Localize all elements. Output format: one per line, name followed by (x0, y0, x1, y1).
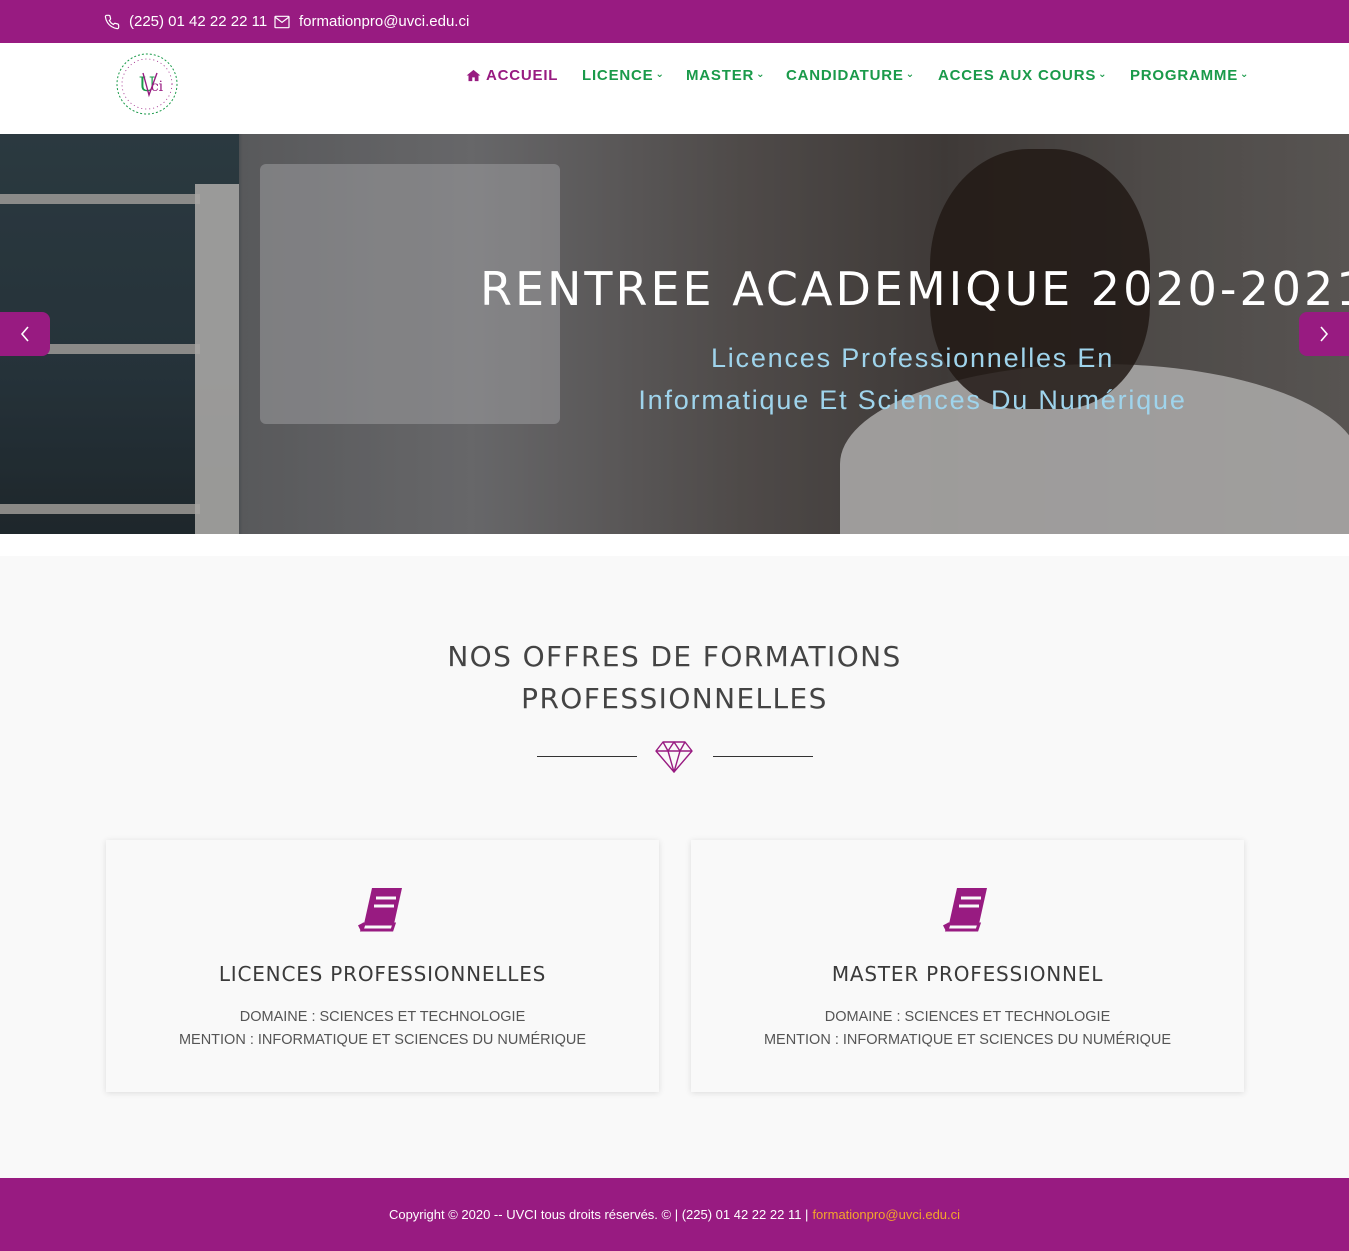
offer-card-title: LICENCES PROFESSIONNELLES (218, 962, 547, 986)
nav-licence[interactable]: LICENCE ⌄ (582, 67, 665, 84)
divider-line-left (537, 756, 637, 757)
nav-acces-aux-cours[interactable]: ACCES AUX COURS ⌄ (938, 67, 1107, 84)
offer-card-licence[interactable]: LICENCES PROFESSIONNELLES DOMAINE : SCIE… (106, 840, 659, 1092)
phone-text: (225) 01 42 22 22 11 (129, 13, 268, 30)
uvci-logo[interactable]: U ci (113, 53, 181, 115)
offer-card-master[interactable]: MASTER PROFESSIONNEL DOMAINE : SCIENCES … (691, 840, 1244, 1092)
chevron-down-icon: ⌄ (655, 69, 665, 80)
offer-card-domain: DOMAINE : SCIENCES ET TECHNOLOGIE (239, 1009, 526, 1025)
chevron-down-icon: ⌄ (905, 69, 915, 80)
nav-programme[interactable]: PROGRAMME ⌄ (1130, 67, 1249, 84)
hero-subtitle: Licences Professionnelles En Informatiqu… (638, 343, 1187, 415)
offer-card-domain: DOMAINE : SCIENCES ET TECHNOLOGIE (824, 1009, 1111, 1025)
offers-title: NOS OFFRES DE FORMATIONS PROFESSIONNELLE… (447, 640, 902, 715)
offer-card-title: MASTER PROFESSIONNEL (831, 962, 1104, 986)
chevron-down-icon: ⌄ (1098, 69, 1108, 80)
book-icon (358, 888, 402, 932)
diamond-icon (655, 741, 693, 773)
hero-slider: RENTREE ACADEMIQUE 2020-2021 Licences Pr… (0, 134, 1349, 534)
contact-email[interactable]: formationpro@uvci.edu.ci (274, 0, 469, 43)
phone-icon (104, 14, 120, 29)
main-navbar: U ci ACCUEIL LICENCE ⌄ MASTER ⌄ CANDIDATUR… (0, 43, 1349, 134)
contact-phone[interactable]: (225) 01 42 22 22 11 (104, 0, 267, 43)
nav-master[interactable]: MASTER ⌄ (686, 67, 765, 84)
svg-text:ci: ci (151, 79, 164, 95)
email-text: formationpro@uvci.edu.ci (299, 13, 470, 30)
footer: Copyright © 2020 -- UVCI tous droits rés… (0, 1178, 1349, 1251)
chevron-down-icon: ⌄ (756, 69, 766, 80)
offer-card-mention: MENTION : INFORMATIQUE ET SCIENCES DU NU… (763, 1032, 1172, 1048)
chevron-down-icon: ⌄ (1240, 69, 1250, 80)
home-icon (466, 69, 481, 82)
footer-copyright: Copyright © 2020 -- UVCI tous droits rés… (388, 1207, 809, 1222)
divider-line-right (713, 756, 813, 757)
offer-card-mention: MENTION : INFORMATIQUE ET SCIENCES DU NU… (178, 1032, 587, 1048)
slider-next-button[interactable] (1299, 312, 1349, 356)
top-contact-bar: (225) 01 42 22 22 11 formationpro@uvci.e… (0, 0, 1349, 43)
chevron-left-icon (20, 326, 29, 342)
nav-accueil[interactable]: ACCUEIL (466, 67, 558, 84)
hero-title: RENTREE ACADEMIQUE 2020-2021 (480, 262, 1349, 316)
envelope-icon (274, 15, 290, 28)
footer-email-link[interactable]: formationpro@uvci.edu.ci (812, 1207, 960, 1222)
nav-candidature[interactable]: CANDIDATURE ⌄ (786, 67, 915, 84)
slider-prev-button[interactable] (0, 312, 50, 356)
chevron-right-icon (1320, 326, 1329, 342)
offers-section: NOS OFFRES DE FORMATIONS PROFESSIONNELLE… (0, 556, 1349, 1178)
book-icon (943, 888, 987, 932)
